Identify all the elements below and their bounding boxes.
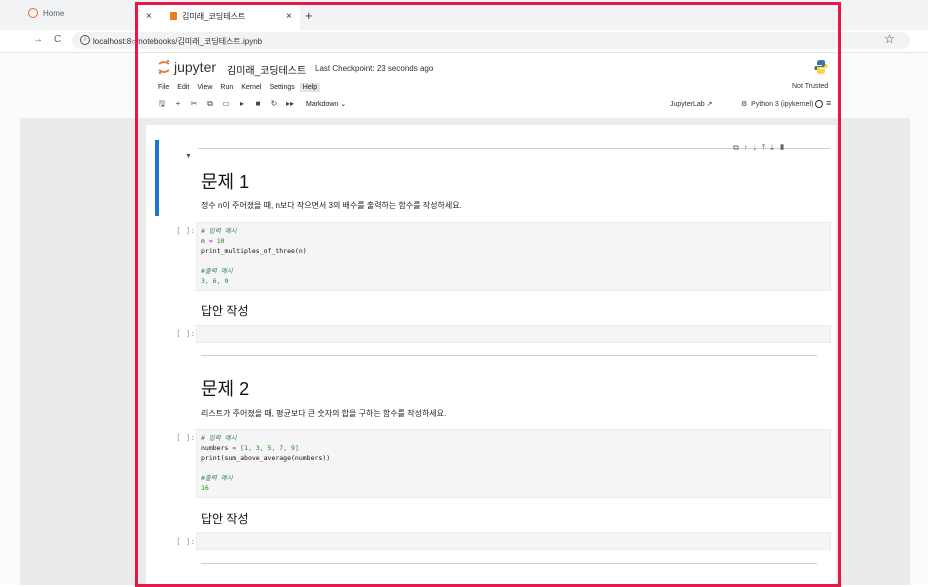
forward-icon[interactable]: →	[33, 34, 43, 45]
chrome-home-favicon-icon	[28, 8, 38, 18]
tab-home-label: Home	[43, 9, 65, 18]
bookmark-star-icon[interactable]: ☆	[884, 32, 895, 46]
reload-icon[interactable]: C	[54, 34, 61, 45]
highlight-frame	[135, 2, 841, 587]
tab-home[interactable]: Home	[28, 8, 64, 18]
site-info-icon[interactable]: i	[80, 35, 90, 45]
